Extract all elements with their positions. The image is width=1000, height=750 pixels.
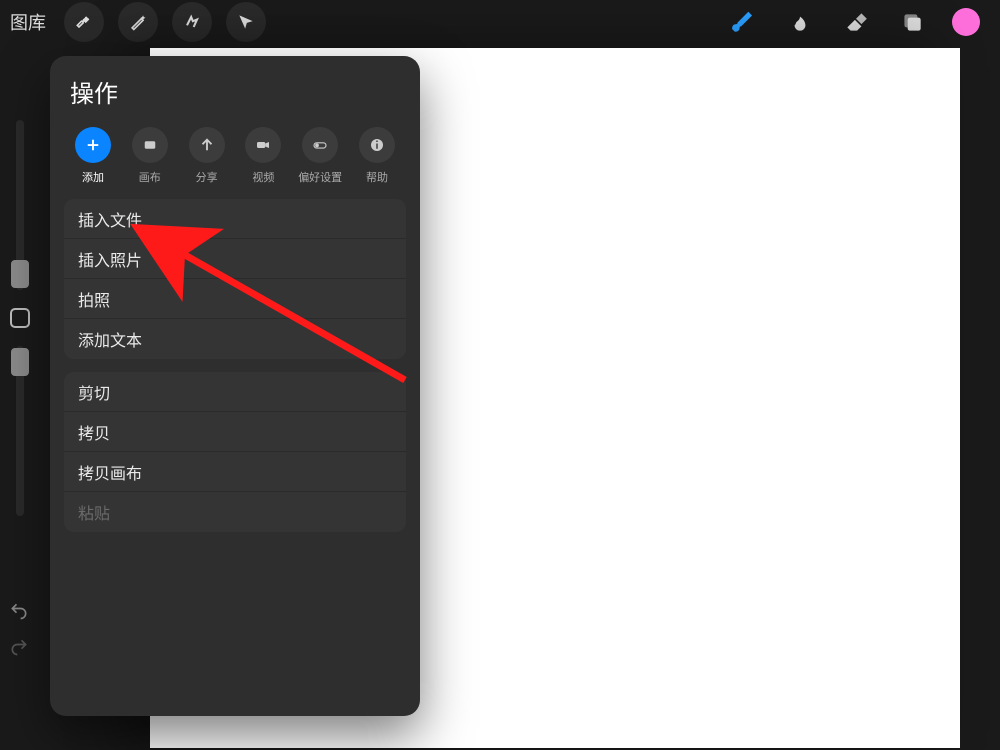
panel-title: 操作 bbox=[64, 74, 406, 109]
toolbar-right-group bbox=[728, 6, 990, 38]
video-icon bbox=[245, 127, 281, 163]
item-insert-photo[interactable]: 插入照片 bbox=[64, 239, 406, 279]
tab-canvas[interactable]: 画布 bbox=[123, 127, 177, 185]
list-group-insert: 插入文件 插入照片 拍照 添加文本 bbox=[64, 199, 406, 359]
magic-wand-icon[interactable] bbox=[118, 2, 158, 42]
tab-label: 分享 bbox=[196, 169, 218, 185]
brush-size-slider[interactable] bbox=[16, 120, 24, 290]
tab-prefs[interactable]: 偏好设置 bbox=[293, 127, 347, 185]
top-toolbar: 图库 bbox=[0, 0, 1000, 44]
smudge-icon[interactable] bbox=[784, 6, 816, 38]
toolbar-left-group: 图库 bbox=[10, 2, 266, 42]
item-copy-canvas[interactable]: 拷贝画布 bbox=[64, 452, 406, 492]
opacity-thumb[interactable] bbox=[11, 348, 29, 376]
color-picker-button[interactable] bbox=[952, 8, 980, 36]
undo-button[interactable] bbox=[6, 598, 32, 624]
up-arrow-icon bbox=[189, 127, 225, 163]
actions-panel: 操作 添加 画布 分享 视频 bbox=[50, 56, 420, 716]
panel-tabs: 添加 画布 分享 视频 偏好设置 bbox=[64, 127, 406, 185]
item-cut[interactable]: 剪切 bbox=[64, 372, 406, 412]
item-add-text[interactable]: 添加文本 bbox=[64, 319, 406, 359]
brush-size-thumb[interactable] bbox=[11, 260, 29, 288]
layers-icon[interactable] bbox=[896, 6, 928, 38]
item-insert-file[interactable]: 插入文件 bbox=[64, 199, 406, 239]
item-copy[interactable]: 拷贝 bbox=[64, 412, 406, 452]
opacity-slider[interactable] bbox=[16, 346, 24, 516]
item-take-photo[interactable]: 拍照 bbox=[64, 279, 406, 319]
tab-help[interactable]: 帮助 bbox=[350, 127, 404, 185]
tab-label: 帮助 bbox=[366, 169, 388, 185]
tab-share[interactable]: 分享 bbox=[180, 127, 234, 185]
tab-label: 画布 bbox=[139, 169, 161, 185]
tab-label: 添加 bbox=[82, 169, 104, 185]
brush-shape-button[interactable] bbox=[10, 308, 30, 328]
redo-button[interactable] bbox=[6, 634, 32, 660]
info-icon bbox=[359, 127, 395, 163]
tab-add[interactable]: 添加 bbox=[66, 127, 120, 185]
undo-redo-group bbox=[6, 598, 32, 660]
rect-icon bbox=[132, 127, 168, 163]
panel-list: 插入文件 插入照片 拍照 添加文本 剪切 拷贝 拷贝画布 粘贴 bbox=[64, 199, 406, 542]
tab-label: 偏好设置 bbox=[298, 169, 342, 185]
selection-icon[interactable] bbox=[172, 2, 212, 42]
side-sliders bbox=[8, 120, 32, 516]
eraser-icon[interactable] bbox=[840, 6, 872, 38]
toggle-icon bbox=[302, 127, 338, 163]
tab-video[interactable]: 视频 bbox=[236, 127, 290, 185]
tab-label: 视频 bbox=[252, 169, 274, 185]
brush-icon[interactable] bbox=[728, 6, 760, 38]
gallery-button[interactable]: 图库 bbox=[10, 9, 50, 35]
item-paste: 粘贴 bbox=[64, 492, 406, 532]
plus-icon bbox=[75, 127, 111, 163]
move-icon[interactable] bbox=[226, 2, 266, 42]
wrench-icon[interactable] bbox=[64, 2, 104, 42]
list-group-clipboard: 剪切 拷贝 拷贝画布 粘贴 bbox=[64, 372, 406, 532]
